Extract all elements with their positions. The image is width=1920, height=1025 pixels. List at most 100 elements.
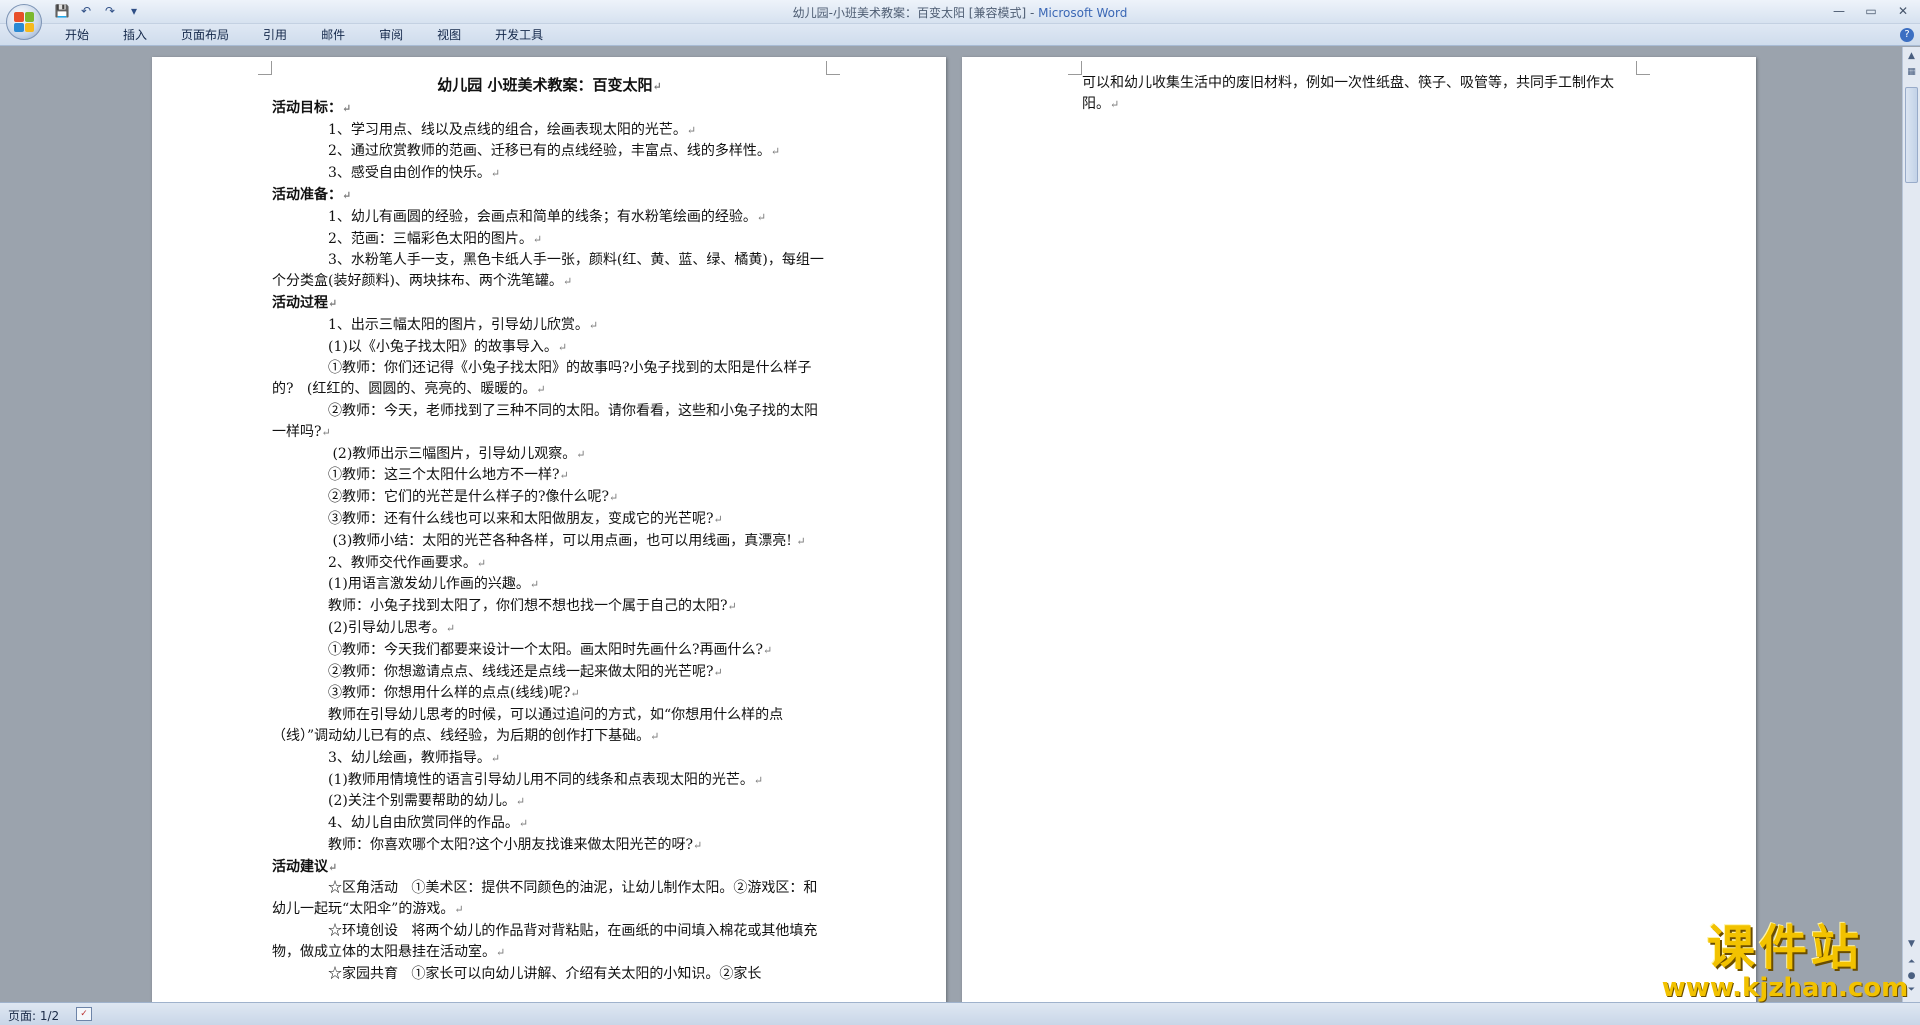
office-logo-icon [14, 12, 34, 32]
tab-review[interactable]: 审阅 [362, 27, 420, 43]
paragraph-text: 教师在引导幼儿思考的时候，可以通过追问的方式，如“你想用什么样的点（线）”调动幼… [272, 707, 784, 744]
page-number-status[interactable]: 页面: 1/2 [8, 1007, 59, 1024]
paragraph-mark-icon: ↵ [756, 210, 767, 224]
paragraph-text: 2、教师交代作画要求。 [328, 554, 477, 571]
office-button[interactable] [6, 4, 42, 40]
paragraph-text: ③教师：你想用什么样的点点(线线)呢? [328, 685, 571, 702]
paragraph: (1)教师用情境性的语言引导幼儿用不同的线条和点表现太阳的光芒。↵ [272, 770, 827, 792]
title-bar: 💾 ↶ ↷ ▾ 幼儿园-小班美术教案：百变太阳 [兼容模式] - Microso… [0, 0, 1920, 24]
ribbon-tab-bar: 开始 插入 页面布局 引用 邮件 审阅 视图 开发工具 ? [0, 24, 1920, 46]
paragraph-text: 4、幼儿自由欣赏同伴的作品。 [328, 815, 519, 832]
paragraph-mark-icon: ↵ [490, 751, 501, 765]
document-heading: 幼儿园 小班美术教案：百变太阳↵ [437, 76, 662, 94]
paragraph-text: 1、学习用点、线以及点线的组合，绘画表现太阳的光芒。 [328, 121, 687, 138]
tab-home[interactable]: 开始 [48, 27, 106, 43]
paragraph: ②教师：今天，老师找到了三种不同的太阳。请你看看，这些和小兔子找的太阳一样吗?↵ [272, 401, 827, 444]
watermark-url: www.kjzhan.com [1661, 973, 1909, 1003]
paragraph-text: (1)用语言激发幼儿作画的兴趣。 [328, 576, 530, 593]
paragraph: ☆环境创设 将两个幼儿的作品背对背粘贴，在画纸的中间填入棉花或其他填充物，做成立… [272, 921, 827, 964]
paragraph-text: 1、幼儿有画圆的经验，会画点和简单的线条；有水粉笔绘画的经验。 [328, 208, 757, 225]
page-2-text[interactable]: 可以和幼儿收集生活中的废旧材料，例如一次性纸盘、筷子、吸管等，共同手工制作太阳。… [1082, 73, 1637, 116]
paragraph-mark-icon: ↵ [321, 425, 331, 439]
paragraph: (3)教师小结：太阳的光芒各种各样，可以用点画，也可以用线画，真漂亮! ↵ [272, 531, 827, 553]
paragraph-mark-icon: ↵ [562, 275, 573, 289]
page-1-text[interactable]: 幼儿园 小班美术教案：百变太阳↵ 活动目标：↵ 1、学习用点、线以及点线的组合，绘… [272, 75, 827, 984]
window-title: 幼儿园-小班美术教案：百变太阳 [兼容模式] - Microsoft Word [0, 4, 1920, 21]
paragraph-mark-icon: ↵ [763, 643, 773, 657]
paragraph-mark-icon: ↵ [328, 860, 338, 874]
crop-mark [258, 61, 272, 75]
tab-page-layout[interactable]: 页面布局 [164, 27, 246, 43]
paragraph: ③教师：你想用什么样的点点(线线)呢?↵ [272, 683, 827, 705]
paragraph-mark-icon: ↵ [713, 665, 723, 679]
paragraph-mark-icon: ↵ [476, 556, 487, 570]
page-1[interactable]: 幼儿园 小班美术教案：百变太阳↵ 活动目标：↵ 1、学习用点、线以及点线的组合，绘… [152, 57, 946, 1002]
paragraph-mark-icon: ↵ [727, 600, 737, 614]
paragraph-text: ☆区角活动 ①美术区：提供不同颜色的油泥，让幼儿制作太阳。②游戏区：和幼儿一起玩… [272, 880, 818, 918]
paragraph-mark-icon: ↵ [536, 383, 546, 397]
paragraph-text: ②教师：你想邀请点点、线线还是点线一起来做太阳的光芒呢? [328, 663, 714, 680]
paragraph: ①教师：今天我们都要来设计一个太阳。画太阳时先画什么?再画什么?↵ [272, 640, 827, 662]
scroll-thumb[interactable] [1905, 87, 1918, 183]
paragraph-text: ①教师：这三个太阳什么地方不一样? [328, 467, 560, 484]
paragraph: (1)以《小兔子找太阳》的故事导入。↵ [272, 337, 827, 359]
paragraph-text: 3、水粉笔人手一支，黑色卡纸人手一张，颜料(红、黄、蓝、绿、橘黄)，每组一个分类… [272, 252, 824, 290]
close-button[interactable]: ✕ [1892, 2, 1914, 20]
tab-references[interactable]: 引用 [246, 27, 304, 43]
paragraph: 3、水粉笔人手一支，黑色卡纸人手一张，颜料(红、黄、蓝、绿、橘黄)，每组一个分类… [272, 250, 827, 293]
paragraph-mark-icon: ↵ [496, 945, 506, 959]
paragraph-mark-icon: ↵ [342, 101, 352, 115]
paragraph-mark-icon: ↵ [652, 80, 662, 93]
paragraph: 1、学习用点、线以及点线的组合，绘画表现太阳的光芒。↵ [272, 120, 827, 142]
document-title: 幼儿园-小班美术教案：百变太阳 [兼容模式] - [792, 6, 1039, 20]
paragraph-mark-icon: ↵ [770, 145, 781, 159]
paragraph-text: (1)教师用情境性的语言引导幼儿用不同的线条和点表现太阳的光芒。 [328, 771, 754, 788]
document-area[interactable]: 幼儿园 小班美术教案：百变太阳↵ 活动目标：↵ 1、学习用点、线以及点线的组合，绘… [0, 47, 1902, 1002]
paragraph: ②教师：它们的光芒是什么样子的?像什么呢?↵ [272, 487, 827, 509]
tab-insert[interactable]: 插入 [106, 27, 164, 43]
paragraph-text: 可以和幼儿收集生活中的废旧材料，例如一次性纸盘、筷子、吸管等，共同手工制作太阳。 [1082, 75, 1614, 112]
paragraph: 教师：你喜欢哪个太阳?这个小朋友找谁来做太阳光芒的呀?↵ [272, 835, 827, 857]
tab-view[interactable]: 视图 [420, 27, 478, 43]
paragraph-mark-icon: ↵ [342, 188, 352, 202]
paragraph-mark-icon: ↵ [529, 578, 540, 592]
paragraph-text: 活动准备： [272, 186, 342, 203]
paragraph: 2、范画：三幅彩色太阳的图片。↵ [272, 229, 827, 251]
paragraph-mark-icon: ↵ [713, 512, 723, 526]
paragraph-mark-icon: ↵ [686, 123, 697, 137]
vertical-scrollbar[interactable]: ▲ ▦ ▼ ⏶ ● ⏷ [1902, 47, 1920, 1002]
paragraph: 1、幼儿有画圆的经验，会画点和简单的线条；有水粉笔绘画的经验。↵ [272, 207, 827, 229]
crop-mark [826, 61, 840, 75]
paragraph: ☆家园共育 ①家长可以向幼儿讲解、介绍有关太阳的小知识。②家长 [272, 964, 827, 985]
paragraph-text: ☆环境创设 将两个幼儿的作品背对背粘贴，在画纸的中间填入棉花或其他填充物，做成立… [272, 923, 818, 960]
paragraph-mark-icon: ↵ [1110, 97, 1120, 111]
paragraph-mark-icon: ↵ [753, 773, 764, 787]
paragraph-text: 教师：小兔子找到太阳了，你们想不想也找一个属于自己的太阳? [328, 598, 728, 615]
minimize-button[interactable]: — [1828, 2, 1850, 20]
paragraph: 2、通过欣赏教师的范画、迁移已有的点线经验，丰富点、线的多样性。↵ [272, 141, 827, 163]
proofing-status-icon[interactable]: ✓ [76, 1007, 92, 1021]
paragraph-mark-icon: ↵ [454, 903, 464, 917]
paragraph: ②教师：你想邀请点点、线线还是点线一起来做太阳的光芒呢?↵ [272, 662, 827, 684]
tab-developer[interactable]: 开发工具 [478, 27, 560, 43]
help-icon[interactable]: ? [1900, 28, 1914, 42]
section-heading: 活动准备：↵ [272, 185, 827, 207]
paragraph-mark-icon: ↵ [518, 817, 529, 831]
paragraph-text: 教师：你喜欢哪个太阳?这个小朋友找谁来做太阳光芒的呀? [328, 836, 694, 853]
page-2[interactable]: 可以和幼儿收集生活中的废旧材料，例如一次性纸盘、筷子、吸管等，共同手工制作太阳。… [962, 57, 1756, 1002]
crop-mark [1068, 61, 1082, 75]
paragraph-text: 活动建议 [272, 858, 328, 875]
paragraph-mark-icon: ↵ [328, 296, 338, 310]
ruler-toggle-icon[interactable]: ▦ [1905, 65, 1918, 79]
tab-mailings[interactable]: 邮件 [304, 27, 362, 43]
crop-mark [1636, 61, 1650, 75]
paragraph-text: 3、幼儿绘画，教师指导。 [328, 749, 491, 766]
scroll-up-icon[interactable]: ▲ [1905, 49, 1918, 63]
paragraph: ①教师：这三个太阳什么地方不一样?↵ [272, 465, 827, 487]
paragraph-text: ②教师：它们的光芒是什么样子的?像什么呢? [328, 489, 610, 506]
restore-button[interactable]: ▭ [1860, 2, 1882, 20]
paragraph-mark-icon: ↵ [559, 469, 569, 483]
paragraph-mark-icon: ↵ [576, 447, 586, 461]
paragraph-mark-icon: ↵ [490, 167, 501, 181]
paragraph: (2)引导幼儿思考。↵ [272, 618, 827, 640]
